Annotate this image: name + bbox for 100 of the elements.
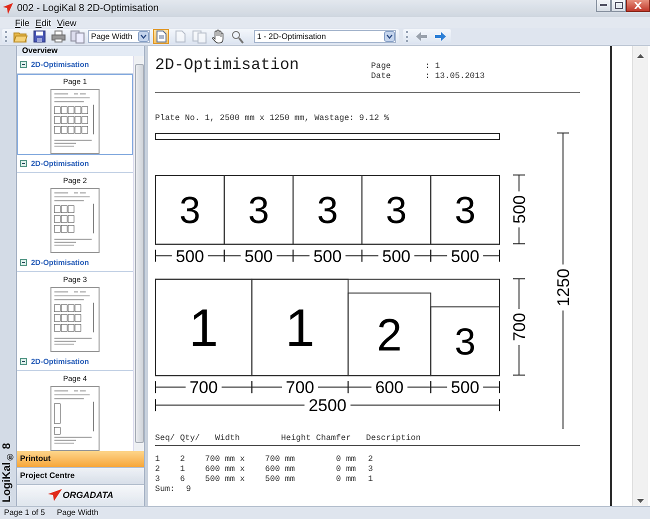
dimension-label: 500 (450, 246, 480, 266)
printer-icon[interactable] (50, 30, 66, 44)
page-thumbnail[interactable] (50, 188, 100, 253)
dimension-label: 500 (313, 246, 342, 266)
dimension-label: 500 (450, 378, 480, 397)
collapse-icon[interactable] (20, 258, 27, 266)
pages-icon[interactable] (70, 30, 84, 44)
minimize-icon (600, 4, 607, 7)
piece-label: 1 (285, 298, 315, 358)
zoom-dropdown[interactable]: Page Width (88, 30, 150, 44)
table-cell-text: 1 (368, 474, 374, 485)
cut-piece (430, 174, 500, 244)
cut-piece (292, 174, 362, 244)
save-icon[interactable] (32, 30, 46, 44)
close-icon (634, 2, 642, 9)
dimension-line (430, 380, 500, 394)
logo-text: ORGADATA (62, 490, 114, 500)
page-thumbnail[interactable] (50, 88, 100, 154)
piece-label: 3 (454, 190, 476, 232)
table-cell-text: 500 mm (265, 474, 296, 485)
scrollbar[interactable] (133, 56, 144, 451)
column-header: Seq/ (155, 434, 176, 444)
cut-piece (430, 306, 500, 376)
app-logo-icon (3, 3, 13, 14)
table-cell-text: 3 (368, 464, 374, 475)
dimension-line (512, 174, 526, 244)
table-cell-text: 0 mm (336, 454, 357, 465)
table-cell-text: 1 (180, 464, 186, 475)
menu-item[interactable]: File (13, 18, 32, 28)
cut-piece (361, 174, 432, 244)
table-cell-text: 700 mm x (205, 454, 246, 465)
piece-label: 1 (188, 298, 218, 358)
window-title: 002 - LogiKal 8 2D-Optimisation (17, 3, 159, 14)
dimension-label: 500 (382, 246, 410, 266)
page-thumbnail[interactable] (50, 286, 100, 352)
table-cell-text: 0 mm (336, 464, 357, 475)
collapse-icon[interactable] (20, 358, 27, 365)
minimize-button[interactable] (596, 0, 611, 12)
dimension-label: 2500 (308, 396, 346, 415)
collapse-icon[interactable] (20, 160, 27, 167)
piece-label: 3 (248, 190, 270, 232)
panel-heading: Overview (17, 46, 144, 56)
dimension-line (224, 248, 294, 262)
table-cell-text: 2 (155, 464, 161, 475)
column-header: Height (281, 434, 312, 444)
column-header: Width (215, 434, 241, 444)
table-cell-text: 600 mm (265, 464, 296, 475)
sum-value: 9 (186, 484, 192, 495)
scroll-up-icon[interactable] (637, 54, 644, 58)
maximize-icon (614, 2, 622, 9)
collapse-icon[interactable] (20, 60, 27, 68)
piece-label: 3 (454, 321, 476, 364)
meta-value: : 1 (425, 62, 441, 72)
dimension-label: 1250 (554, 268, 573, 306)
magnifier-icon[interactable] (230, 30, 244, 44)
table-cell-text: 3 (155, 474, 161, 485)
dimension-line (155, 248, 225, 262)
page-dropdown[interactable]: 1 - 2D-Optimisation (254, 30, 396, 44)
plate-info: Plate No. 1, 2500 mm x 1250 mm, Wastage: 9.12 % (155, 114, 390, 124)
meta-value: : 13.05.2013 (425, 72, 485, 82)
scroll-down-icon[interactable] (637, 498, 644, 503)
status-text: Page 1 of 5 (4, 508, 45, 518)
table-cell-text: 700 mm (265, 454, 296, 465)
scrollbar[interactable] (632, 46, 648, 506)
dimension-label: 600 (375, 378, 404, 397)
column-header: Chamfer (316, 434, 352, 444)
dimension-line (430, 248, 500, 262)
folder-icon[interactable] (12, 30, 28, 44)
dimension-label: 500 (244, 246, 273, 266)
sum-label: Sum: (155, 484, 176, 495)
menu-item[interactable]: View (55, 18, 78, 28)
close-button[interactable] (626, 0, 650, 12)
meta-label: Date (371, 72, 392, 82)
piece-label: 3 (179, 190, 200, 232)
piece-label: 3 (386, 190, 407, 232)
column-header: Qty/ (180, 434, 201, 444)
cut-piece (155, 174, 225, 244)
table-cell-text: 6 (180, 474, 186, 485)
piece-label: 3 (316, 190, 338, 232)
meta-label: Page (371, 62, 392, 72)
cut-piece (224, 174, 294, 244)
navigation-section[interactable]: Project Centre (17, 468, 144, 485)
menu-item[interactable]: Edit (34, 18, 54, 28)
view-toggle-button[interactable] (153, 29, 169, 44)
hand-icon[interactable] (211, 29, 225, 44)
page-thumbnail[interactable] (50, 386, 100, 451)
dimension-label: 500 (510, 194, 529, 224)
table-cell-text: 0 mm (336, 474, 357, 485)
dimension-label: 700 (510, 312, 529, 341)
maximize-button[interactable] (611, 0, 626, 12)
table-cell-text: 500 mm x (205, 474, 246, 485)
dimension-label: 700 (286, 378, 314, 397)
status-text: Page Width (56, 508, 98, 518)
table-cell-text: 2 (368, 454, 374, 465)
navigation-section[interactable]: Printout (17, 450, 144, 468)
dimension-label: 500 (176, 246, 204, 266)
table-cell-text: 2 (180, 454, 186, 465)
column-header: Description (366, 434, 422, 444)
piece-label: 2 (376, 308, 402, 360)
logo-arrow-icon (48, 489, 62, 502)
